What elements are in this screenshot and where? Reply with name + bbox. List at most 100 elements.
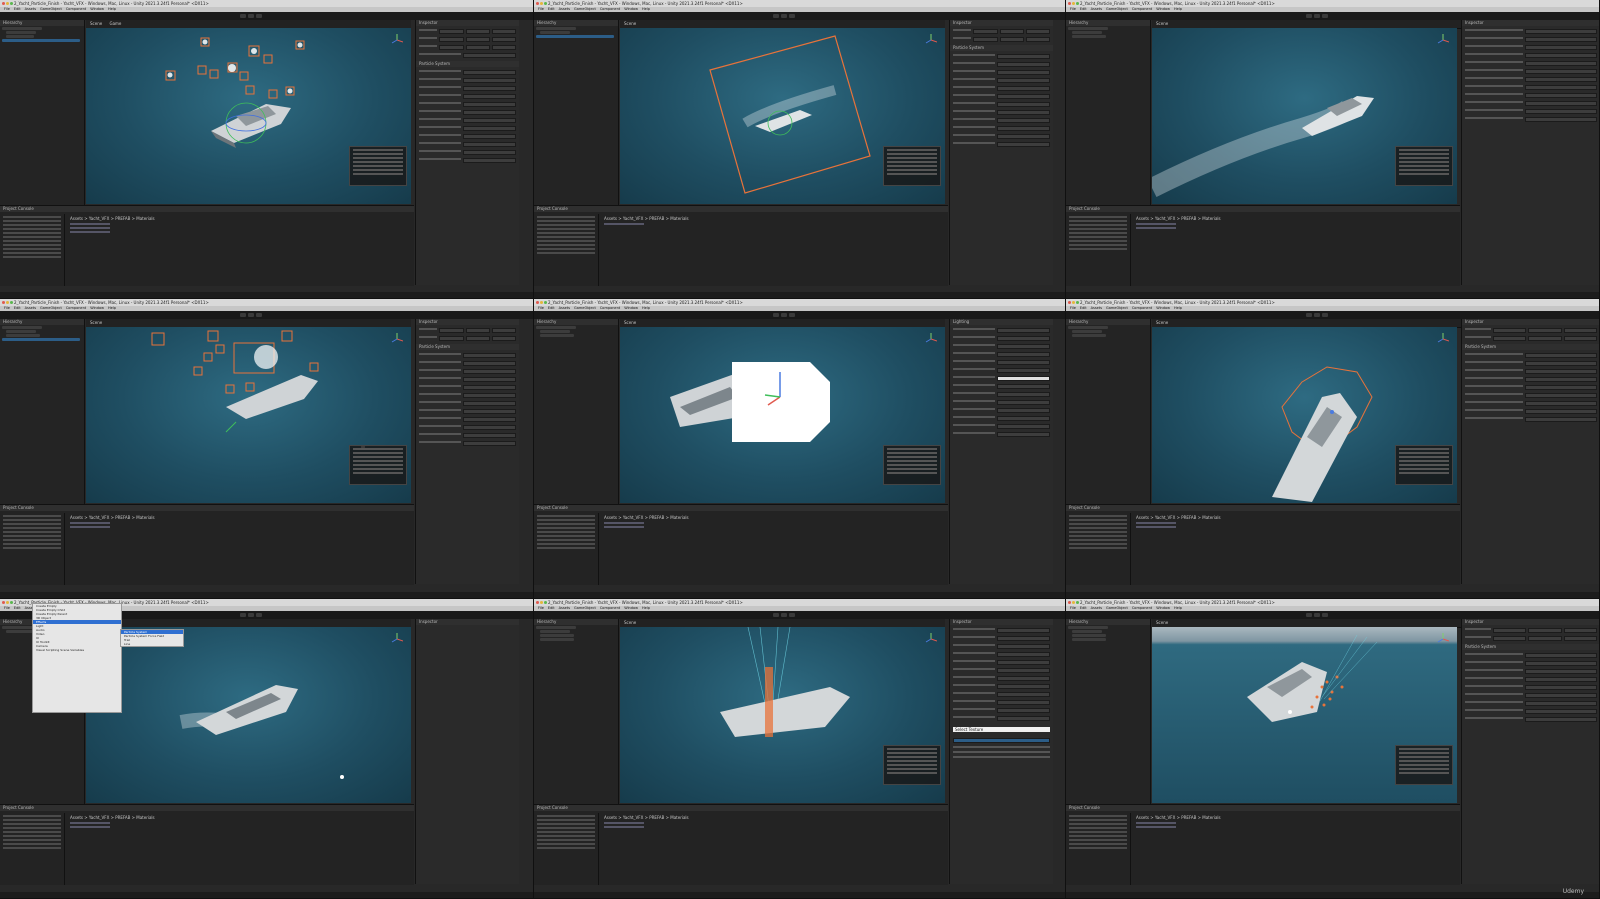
tab-scene[interactable]: Scene xyxy=(624,620,636,625)
scene-view[interactable] xyxy=(620,327,945,503)
tab-scene[interactable]: Scene xyxy=(624,320,636,325)
tree-item-selected[interactable] xyxy=(536,35,614,38)
tree-item[interactable] xyxy=(1072,35,1106,38)
step-button[interactable] xyxy=(1321,613,1328,617)
tree-item[interactable] xyxy=(1072,330,1102,333)
particle-system-header[interactable]: Particle System xyxy=(416,344,519,350)
pause-button[interactable] xyxy=(1313,313,1320,317)
lighting-tab[interactable]: Lighting xyxy=(950,319,1053,325)
step-button[interactable] xyxy=(788,613,795,617)
pause-button[interactable] xyxy=(780,14,787,18)
tree-item-selected[interactable] xyxy=(2,338,80,341)
inspector-tab[interactable]: Inspector xyxy=(950,619,1053,625)
pause-button[interactable] xyxy=(780,613,787,617)
hierarchy-tab[interactable]: Hierarchy xyxy=(1066,619,1150,625)
tab-project[interactable]: Project xyxy=(3,805,17,810)
tab-console[interactable]: Console xyxy=(1084,805,1100,810)
tree-item[interactable] xyxy=(2,27,42,30)
pause-button[interactable] xyxy=(247,613,254,617)
tree-item[interactable] xyxy=(1068,27,1108,30)
inspector-tab[interactable]: Inspector xyxy=(950,20,1053,26)
tree-item[interactable] xyxy=(540,334,574,337)
tab-project[interactable]: Project xyxy=(1069,206,1083,211)
tree-item[interactable] xyxy=(1072,31,1102,34)
scene-view[interactable] xyxy=(86,327,411,503)
tab-project[interactable]: Project xyxy=(1069,805,1083,810)
axis-gizmo-icon[interactable] xyxy=(391,633,404,645)
pause-button[interactable] xyxy=(780,313,787,317)
inspector-tab[interactable]: Inspector xyxy=(1462,619,1599,625)
hierarchy-tab[interactable]: Hierarchy xyxy=(1066,319,1150,325)
play-button[interactable] xyxy=(772,313,779,317)
inspector-tab[interactable]: Inspector xyxy=(1462,319,1599,325)
tree-item[interactable] xyxy=(540,330,570,333)
hierarchy-tab[interactable]: Hierarchy xyxy=(0,319,84,325)
tree-item[interactable] xyxy=(6,35,34,38)
scene-view[interactable] xyxy=(620,627,945,803)
hierarchy-tab[interactable]: Hierarchy xyxy=(534,20,618,26)
hierarchy-tab[interactable]: Hierarchy xyxy=(0,20,84,26)
tree-item[interactable] xyxy=(1068,326,1108,329)
axis-gizmo-icon[interactable] xyxy=(391,34,404,46)
step-button[interactable] xyxy=(788,14,795,18)
tree-item[interactable] xyxy=(540,638,574,641)
step-button[interactable] xyxy=(1321,313,1328,317)
tree-item-selected[interactable] xyxy=(2,39,80,42)
axis-gizmo-icon[interactable] xyxy=(1437,34,1450,46)
axis-gizmo-icon[interactable] xyxy=(925,633,938,645)
tab-project[interactable]: Project xyxy=(537,805,551,810)
play-button[interactable] xyxy=(239,313,246,317)
tab-game[interactable]: Game xyxy=(109,21,121,26)
tree-item[interactable] xyxy=(6,330,36,333)
scene-view[interactable] xyxy=(1152,327,1457,503)
tree-item[interactable] xyxy=(1068,626,1108,629)
play-button[interactable] xyxy=(239,613,246,617)
tab-project[interactable]: Project xyxy=(3,505,17,510)
tab-scene[interactable]: Scene xyxy=(90,21,102,26)
scene-view[interactable] xyxy=(86,28,411,204)
tree-item[interactable] xyxy=(536,626,576,629)
hierarchy-tab[interactable]: Hierarchy xyxy=(534,619,618,625)
axis-gizmo-icon[interactable] xyxy=(391,333,404,345)
pause-button[interactable] xyxy=(247,14,254,18)
tree-item[interactable] xyxy=(540,630,570,633)
tree-item[interactable] xyxy=(2,326,42,329)
axis-gizmo-icon[interactable] xyxy=(1437,333,1450,345)
inspector-tab[interactable]: Inspector xyxy=(416,319,519,325)
scene-view[interactable] xyxy=(1152,28,1457,204)
tab-console[interactable]: Console xyxy=(18,206,34,211)
tab-project[interactable]: Project xyxy=(537,505,551,510)
step-button[interactable] xyxy=(1321,14,1328,18)
axis-gizmo-icon[interactable] xyxy=(925,34,938,46)
step-button[interactable] xyxy=(788,313,795,317)
tab-scene[interactable]: Scene xyxy=(1156,320,1168,325)
inspector-tab[interactable]: Inspector xyxy=(1462,20,1599,26)
particle-system-header[interactable]: Particle System xyxy=(1462,344,1599,350)
step-button[interactable] xyxy=(255,313,262,317)
tree-item[interactable] xyxy=(536,27,576,30)
tab-console[interactable]: Console xyxy=(1084,206,1100,211)
pause-button[interactable] xyxy=(247,313,254,317)
axis-gizmo-icon[interactable] xyxy=(925,333,938,345)
tab-scene[interactable]: Scene xyxy=(624,21,636,26)
tab-scene[interactable]: Scene xyxy=(90,320,102,325)
tree-item[interactable] xyxy=(1072,630,1102,633)
pause-button[interactable] xyxy=(1313,14,1320,18)
step-button[interactable] xyxy=(255,613,262,617)
play-button[interactable] xyxy=(1305,313,1312,317)
pause-button[interactable] xyxy=(1313,613,1320,617)
tree-item[interactable] xyxy=(1072,638,1106,641)
scene-view[interactable] xyxy=(86,627,411,803)
hierarchy-tab[interactable]: Hierarchy xyxy=(1066,20,1150,26)
tree-item[interactable] xyxy=(1072,334,1106,337)
hierarchy-tab[interactable]: Hierarchy xyxy=(534,319,618,325)
tab-scene[interactable]: Scene xyxy=(1156,620,1168,625)
tab-console[interactable]: Console xyxy=(552,206,568,211)
tree-item[interactable] xyxy=(6,334,40,337)
tab-project[interactable]: Project xyxy=(3,206,17,211)
scene-view[interactable] xyxy=(1152,627,1457,803)
tree-item[interactable] xyxy=(536,326,576,329)
tree-item[interactable] xyxy=(6,31,36,34)
inspector-tab[interactable]: Inspector xyxy=(416,20,519,26)
tab-project[interactable]: Project xyxy=(537,206,551,211)
